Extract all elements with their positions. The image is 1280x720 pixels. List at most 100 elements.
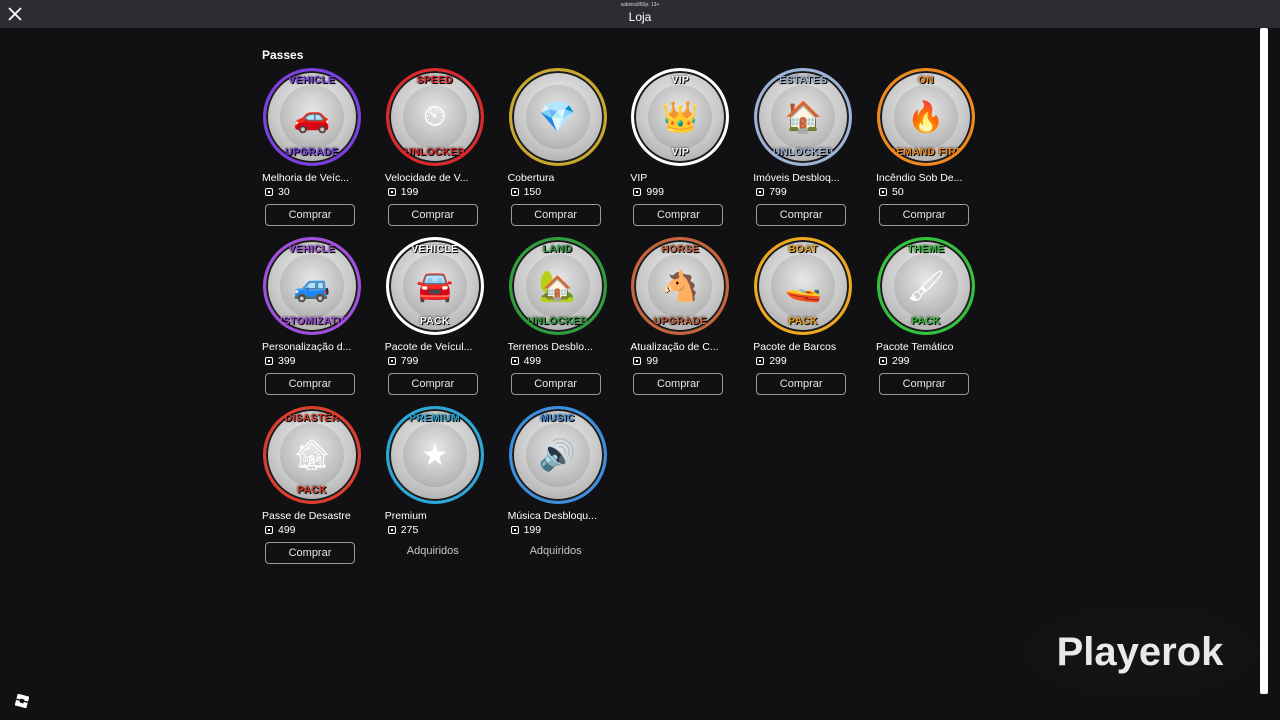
pass-badge-icon: 🖌 xyxy=(893,254,958,318)
pass-badge-image[interactable]: 🏚 DISASTER PACK xyxy=(263,406,361,504)
buy-button[interactable]: Comprar xyxy=(510,373,601,395)
badge-top-text: ON xyxy=(917,75,934,86)
buy-button[interactable]: Comprar xyxy=(756,204,847,226)
robux-icon xyxy=(510,188,519,196)
pass-badge-icon: 🏚 xyxy=(280,423,344,487)
price-row: 199 xyxy=(508,523,608,537)
pass-badge-image[interactable]: 🖌 THEME PACK xyxy=(876,237,975,335)
pass-price: 199 xyxy=(400,186,419,198)
buy-button[interactable]: Comprar xyxy=(265,542,355,564)
section-title: Passes xyxy=(262,48,304,62)
price-row: 275 xyxy=(385,523,485,537)
pass-price: 30 xyxy=(278,186,290,198)
robux-icon xyxy=(387,188,396,196)
pass-card: 🚗 VEHICLE UPGRADE Melhoria de Veíc... 30 Comp… xyxy=(262,68,362,237)
robux-icon xyxy=(265,526,273,534)
price-row: 799 xyxy=(385,354,485,368)
badge-top-text: ESTATES xyxy=(779,75,828,86)
robux-icon xyxy=(878,357,887,365)
badge-bottom-text: PACK xyxy=(788,316,818,327)
buy-button[interactable]: Comprar xyxy=(265,373,355,395)
pass-badge-image[interactable]: 🔊 MUSIC xyxy=(508,406,607,504)
badge-top-text: HORSE xyxy=(661,244,700,255)
robux-icon xyxy=(756,188,765,196)
pass-name: Incêndio Sob De... xyxy=(875,172,963,184)
pass-name: Atualização de C... xyxy=(630,341,719,353)
pass-name: Pacote de Veícul... xyxy=(384,341,473,353)
owned-label: Adquiridos xyxy=(529,545,582,557)
roblox-logo-icon[interactable] xyxy=(15,694,29,708)
pass-price: 199 xyxy=(523,524,542,536)
pass-card: 🏠 ESTATES UNLOCKED Imóveis Desbloq... 799 Com… xyxy=(753,68,853,237)
robux-icon xyxy=(387,357,396,365)
pass-price: 499 xyxy=(523,355,542,367)
pass-card: 🔊 MUSIC Música Desbloqu... 199 Adquiridos xyxy=(508,406,608,575)
pass-badge-icon: 🏡 xyxy=(525,254,590,318)
buy-button[interactable]: Comprar xyxy=(387,373,478,395)
pass-badge-image[interactable]: 🏠 ESTATES UNLOCKED xyxy=(754,68,853,166)
pass-card: 💎 Cobertura 150 Comprar xyxy=(508,68,608,237)
robux-icon xyxy=(510,357,519,365)
pass-name: Melhoria de Veíc... xyxy=(262,172,349,184)
robux-icon xyxy=(265,188,273,196)
badge-bottom-text: PACK xyxy=(911,316,941,327)
pass-price: 299 xyxy=(769,355,787,367)
pass-badge-icon: 🚗 xyxy=(280,85,344,149)
pass-badge-image[interactable]: 🏡 LAND UNLOCKED xyxy=(508,237,607,335)
pass-price: 799 xyxy=(400,355,419,367)
pass-card: 🚘 VEHICLE PACK Pacote de Veícul... 799 Compra… xyxy=(385,237,485,406)
badge-top-text: VEHICLE xyxy=(288,75,336,86)
buy-button[interactable]: Comprar xyxy=(633,204,724,226)
pass-badge-icon: 💎 xyxy=(525,85,590,149)
badge-bottom-text: UNLOCKED xyxy=(404,147,466,158)
badge-top-text: SPEED xyxy=(416,75,453,86)
buy-button[interactable]: Comprar xyxy=(633,373,724,395)
pass-name: Música Desbloqu... xyxy=(507,510,597,522)
price-row: 499 xyxy=(508,354,608,368)
pass-badge-icon: ★ xyxy=(402,423,467,487)
buy-button[interactable]: Comprar xyxy=(265,204,355,226)
robux-icon xyxy=(633,357,642,365)
buy-button[interactable]: Comprar xyxy=(756,373,847,395)
pass-badge-image[interactable]: ⏲ SPEED UNLOCKED xyxy=(385,68,484,166)
pass-price: 999 xyxy=(646,186,664,198)
badge-bottom-text: UPGRADE xyxy=(653,316,708,327)
price-row: 999 xyxy=(630,185,730,199)
pass-badge-icon: 🚘 xyxy=(402,254,467,318)
buy-button[interactable]: Comprar xyxy=(510,204,601,226)
pass-card: ★ PREMIUM Premium 275 Adquiridos xyxy=(385,406,485,575)
buy-button[interactable]: Comprar xyxy=(387,204,478,226)
pass-badge-image[interactable]: 👑 VIP VIP xyxy=(631,68,730,166)
scrollbar[interactable] xyxy=(1260,28,1268,694)
pass-badge-image[interactable]: 💎 xyxy=(508,68,607,166)
pass-badge-icon: 🚤 xyxy=(771,254,836,318)
pass-badge-icon: 👑 xyxy=(648,85,713,149)
pass-name: Passe de Desastre xyxy=(262,510,351,522)
pass-badge-image[interactable]: ★ PREMIUM xyxy=(385,406,484,504)
pass-badge-image[interactable]: 🚗 VEHICLE UPGRADE xyxy=(263,68,361,166)
owned-label: Adquiridos xyxy=(406,545,459,557)
pass-card: 🚤 BOAT PACK Pacote de Barcos 299 Comprar xyxy=(753,237,853,406)
price-row: 299 xyxy=(876,354,976,368)
pass-badge-image[interactable]: 🚙 VEHICLE CUSTOMIZATION xyxy=(263,237,361,335)
pass-badge-icon: ⏲ xyxy=(402,85,467,149)
pass-badge-image[interactable]: 🚘 VEHICLE PACK xyxy=(385,237,484,335)
price-row: 499 xyxy=(262,523,362,537)
price-row: 399 xyxy=(262,354,362,368)
pass-badge-image[interactable]: 🔥 ON DEMAND FIRE xyxy=(876,68,975,166)
passes-grid: 🚗 VEHICLE UPGRADE Melhoria de Veíc... 30 Comp… xyxy=(262,68,1012,575)
badge-bottom-text: PACK xyxy=(420,316,450,327)
pass-badge-image[interactable]: 🐴 HORSE UPGRADE xyxy=(631,237,730,335)
badge-bottom-text: PACK xyxy=(297,485,327,496)
pass-name: VIP xyxy=(630,172,648,184)
buy-button[interactable]: Comprar xyxy=(878,373,969,395)
username-label: sabrina960p: 13+ xyxy=(620,2,660,8)
badge-top-text: MUSIC xyxy=(540,413,575,424)
watermark-text: Playerok xyxy=(1056,629,1224,674)
buy-button[interactable]: Comprar xyxy=(878,204,969,226)
robux-icon xyxy=(387,526,396,534)
pass-price: 150 xyxy=(523,186,542,198)
robux-icon xyxy=(510,526,519,534)
page-title: Loja xyxy=(628,10,652,24)
pass-badge-image[interactable]: 🚤 BOAT PACK xyxy=(754,237,853,335)
